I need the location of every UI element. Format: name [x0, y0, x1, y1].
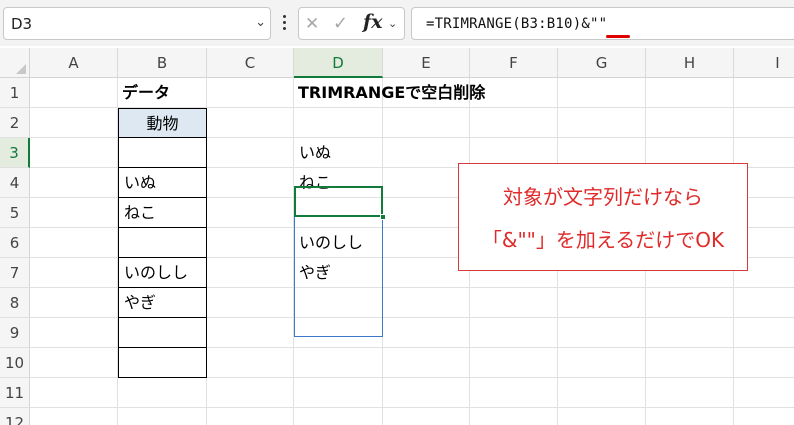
cell-d3[interactable]: いぬ [299, 138, 331, 168]
insert-function-button[interactable]: fx [363, 11, 383, 33]
active-cell-border [294, 186, 383, 217]
name-box-value[interactable]: D3 [11, 15, 32, 33]
cell-b8[interactable]: やぎ [118, 288, 207, 318]
cell-b2[interactable]: 動物 [118, 108, 207, 138]
formula-controls: ✕ ✓ fx ⌄ [298, 7, 405, 40]
column-header-h[interactable]: H [646, 48, 734, 78]
column-header-c[interactable]: C [207, 48, 294, 78]
row-header-1[interactable]: 1 [0, 78, 30, 108]
row-header-10[interactable]: 10 [0, 348, 30, 378]
formula-input[interactable]: =TRIMRANGE(B3:B10)&"" [411, 7, 794, 40]
row-header-9[interactable]: 9 [0, 318, 30, 348]
row-header-11[interactable]: 11 [0, 378, 30, 408]
chevron-down-icon[interactable]: ⌄ [388, 17, 397, 30]
cell-d6[interactable]: いのしし [299, 228, 363, 258]
cell-b1[interactable]: データ [122, 78, 170, 108]
row-header-8[interactable]: 8 [0, 288, 30, 318]
chevron-down-icon[interactable]: ⌄ [255, 15, 266, 30]
cell-b4[interactable]: いぬ [118, 168, 207, 198]
column-header-d[interactable]: D [294, 48, 383, 78]
cell-b3[interactable] [118, 138, 207, 168]
cell-b5[interactable]: ねこ [118, 198, 207, 228]
row-header-4[interactable]: 4 [0, 168, 30, 198]
gridline [30, 407, 794, 408]
formula-toolbar: D3 ⌄ ✕ ✓ fx ⌄ =TRIMRANGE(B3:B10)&"" [0, 0, 794, 46]
cell-b4-text: いぬ [124, 173, 157, 192]
cell-b10[interactable] [118, 348, 207, 378]
callout-line-1: 対象が文字列だけなら [503, 185, 703, 209]
row-header-5[interactable]: 5 [0, 198, 30, 228]
cell-b9[interactable] [118, 318, 207, 348]
column-header-i[interactable]: I [734, 48, 794, 78]
cancel-icon[interactable]: ✕ [305, 14, 319, 34]
row-header-6[interactable]: 6 [0, 228, 30, 258]
cell-d7[interactable]: やぎ [299, 258, 331, 288]
check-icon[interactable]: ✓ [333, 13, 348, 34]
cell-d1[interactable]: TRIMRANGEで空白削除 [298, 78, 485, 108]
column-header-e[interactable]: E [383, 48, 470, 78]
select-all-button[interactable] [0, 48, 30, 78]
row-header-2[interactable]: 2 [0, 108, 30, 138]
cell-b7-text: いのしし [124, 263, 189, 282]
more-options-icon[interactable] [280, 12, 288, 34]
cell-b5-text: ねこ [124, 203, 157, 222]
cell-b8-text: やぎ [124, 293, 157, 312]
row-header-7[interactable]: 7 [0, 258, 30, 288]
row-header-3[interactable]: 3 [0, 138, 30, 168]
cell-b6[interactable] [118, 228, 207, 258]
column-header-b[interactable]: B [118, 48, 207, 78]
highlight-underline [606, 35, 630, 38]
annotation-callout: 対象が文字列だけなら 「&""」を加えるだけでOK [458, 163, 748, 271]
callout-line-2: 「&""」を加えるだけでOK [481, 228, 725, 252]
row-header-12[interactable]: 12 [0, 408, 30, 425]
column-header-g[interactable]: G [558, 48, 646, 78]
name-box[interactable]: D3 ⌄ [3, 7, 271, 40]
fill-handle[interactable] [380, 214, 386, 220]
column-header-a[interactable]: A [30, 48, 118, 78]
column-header-f[interactable]: F [470, 48, 558, 78]
formula-text[interactable]: =TRIMRANGE(B3:B10)&"" [426, 16, 607, 32]
cell-b7[interactable]: いのしし [118, 258, 207, 288]
